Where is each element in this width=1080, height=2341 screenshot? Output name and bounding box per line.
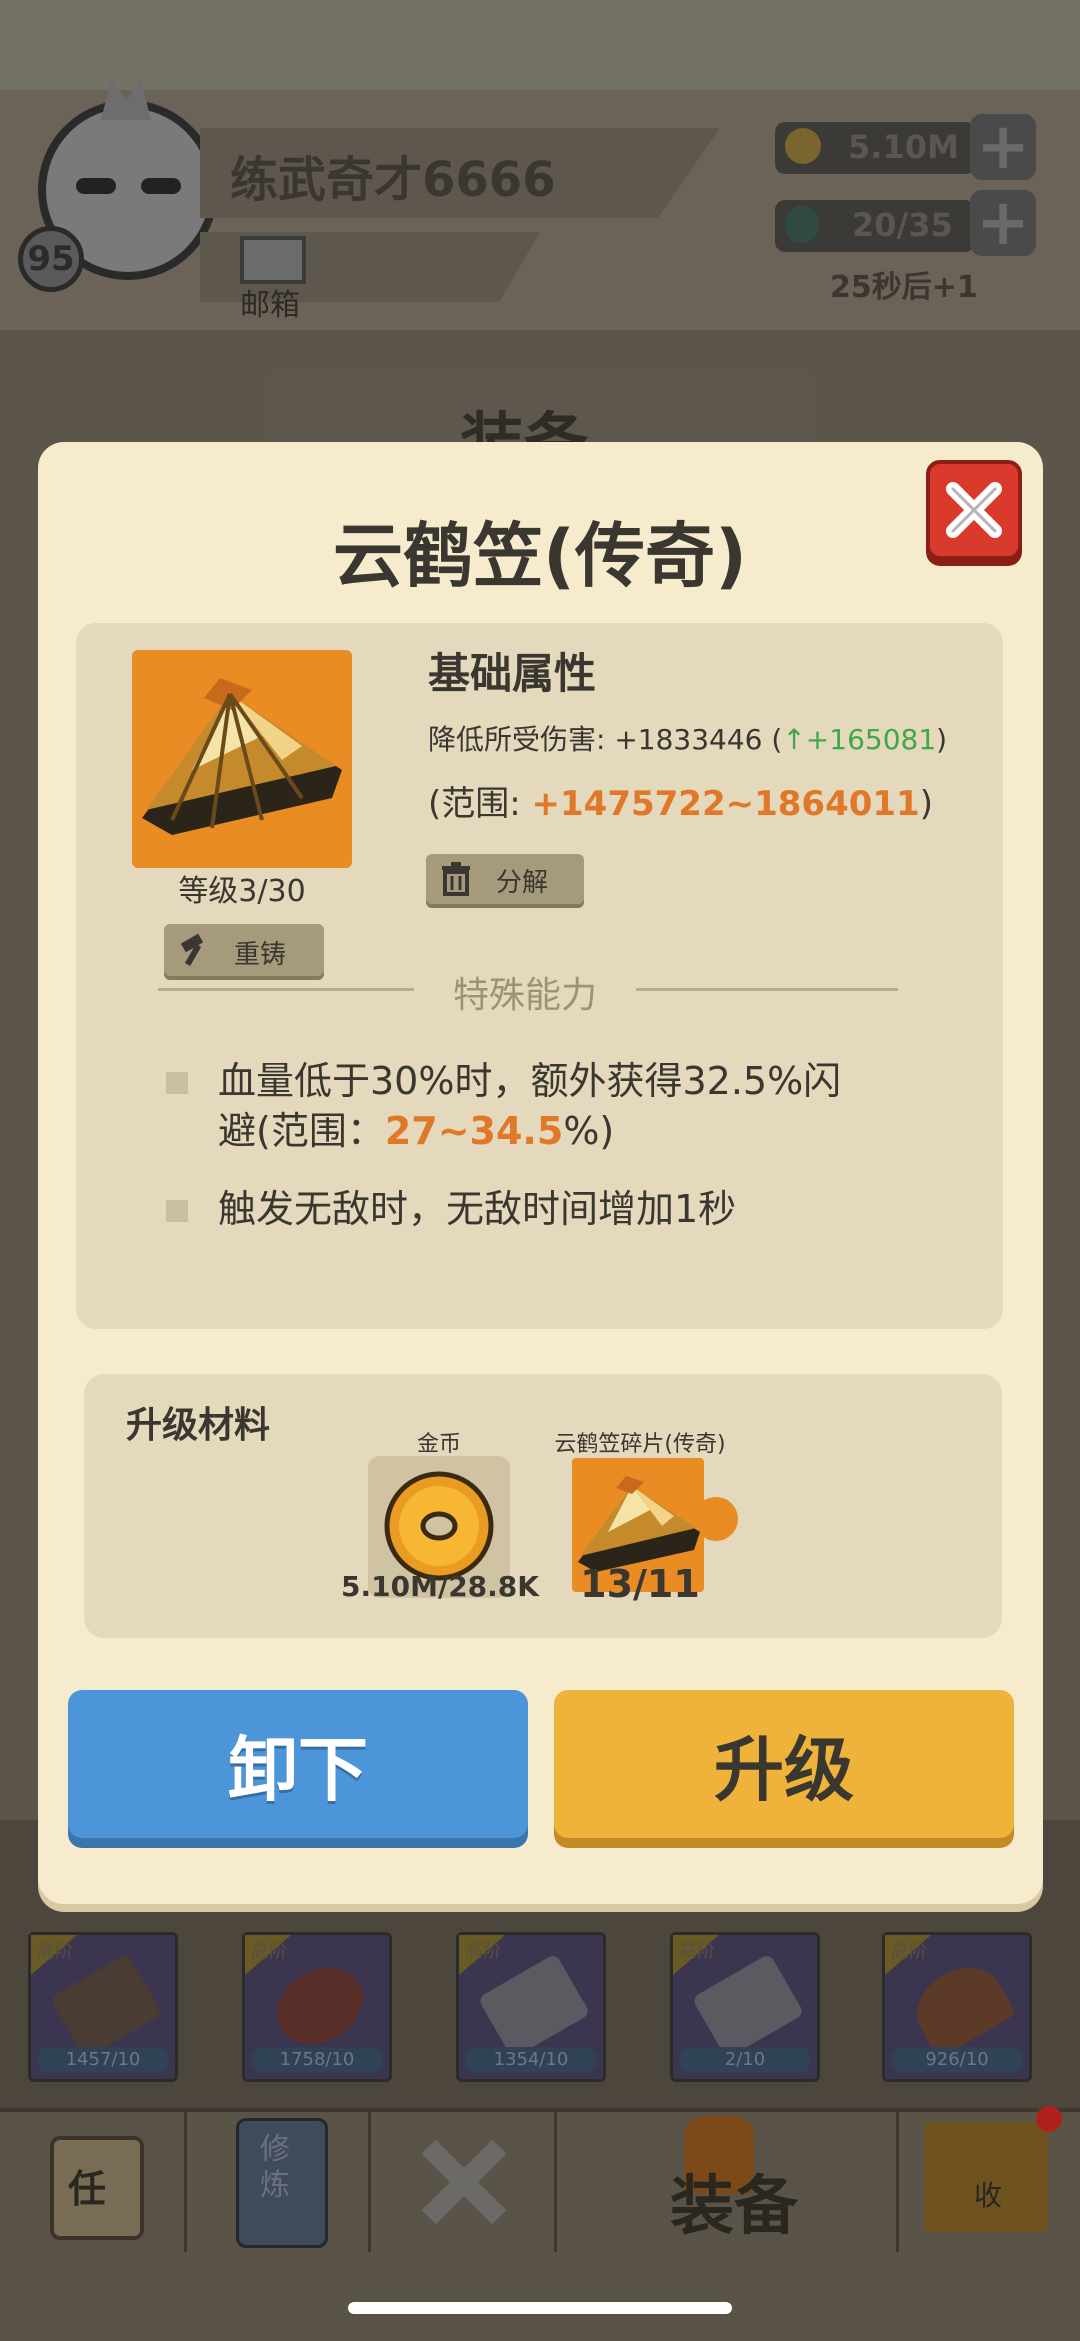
inventory-item[interactable]: 高阶 1457/10 (28, 1932, 178, 2082)
helmet-icon (263, 1953, 377, 2059)
inventory-item[interactable]: 高阶 926/10 (882, 1932, 1032, 2082)
blade-icon (691, 1953, 805, 2059)
upgrade-button[interactable]: 升级 (554, 1690, 1014, 1838)
mail-icon[interactable] (240, 236, 306, 284)
collect-glyph: 收 (974, 2179, 1003, 2212)
ability-1-range-value: 27~34.5 (384, 1109, 564, 1153)
inventory-item[interactable]: 高阶 1354/10 (456, 1932, 606, 2082)
add-energy-button[interactable]: + (970, 190, 1036, 256)
item-count: 1457/10 (37, 2047, 169, 2073)
divider-right (636, 988, 898, 991)
item-level: 等级3/30 (178, 874, 306, 909)
base-attr-line: 降低所受伤害: +1833446 (↑+165081) (428, 718, 947, 758)
top-stripe (0, 0, 1080, 90)
hammer-icon (180, 934, 204, 967)
crossed-swords-icon-b (393, 2111, 534, 2252)
straw-hat-icon (142, 678, 342, 835)
base-attr-close: ) (936, 723, 948, 756)
inventory-item[interactable]: 高阶 2/10 (670, 1932, 820, 2082)
ability-1-range-prefix: 避(范围： (218, 1109, 385, 1153)
coin-amount: 5.10M (848, 128, 959, 166)
avatar-eye-right (141, 178, 181, 194)
bullet-icon (166, 1072, 188, 1094)
base-attr-increase: ↑+165081 (782, 723, 937, 756)
decompose-label: 分解 (496, 868, 549, 898)
energy-timer: 25秒后+1 (830, 270, 978, 305)
coin-icon (785, 128, 821, 164)
special-ability-title: 特殊能力 (452, 975, 597, 1016)
item-count: 1354/10 (465, 2047, 597, 2073)
reforge-button[interactable]: 重铸 (164, 924, 324, 976)
bullet-icon (166, 1200, 188, 1222)
ability-1-range-suffix: %) (563, 1109, 615, 1153)
divider-left (158, 988, 414, 991)
ability-1-line1: 血量低于30%时，额外获得32.5%闪 (218, 1059, 842, 1103)
item-icon (132, 650, 352, 868)
range-value: +1475722~1864011 (531, 784, 920, 824)
range-suffix: ) (919, 784, 933, 824)
energy-amount: 20/35 (852, 206, 953, 244)
nav-tasks[interactable]: 任 (0, 2112, 187, 2252)
add-coins-button[interactable]: + (970, 114, 1036, 180)
shard-material-count: 13/11 (580, 1562, 700, 1606)
nav-cultivate[interactable]: 修炼 (184, 2112, 371, 2252)
shard-material-name: 云鹤笠碎片(传奇) (554, 1432, 726, 1457)
player-name: 练武奇才6666 (230, 152, 556, 208)
avatar-eye-left (76, 178, 116, 194)
home-indicator[interactable] (348, 2302, 732, 2314)
materials-title: 升级材料 (126, 1405, 271, 1446)
upgrade-label: 升级 (714, 1728, 854, 1811)
task-glyph: 任 (68, 2167, 107, 2211)
mail-label[interactable]: 邮箱 (240, 280, 300, 324)
ability-1-line2: 避(范围：27~34.5%) (218, 1106, 841, 1156)
base-attr-range: (范围: +1475722~1864011) (428, 776, 933, 825)
ability-2: 触发无敌时，无敌时间增加1秒 (218, 1187, 737, 1231)
hat-icon (903, 1953, 1017, 2059)
base-attr-title: 基础属性 (428, 649, 597, 698)
inventory-item[interactable]: 高阶 1758/10 (242, 1932, 392, 2082)
energy-icon (785, 205, 819, 243)
range-prefix: (范围: (428, 784, 532, 824)
reforge-label: 重铸 (234, 940, 287, 970)
ability-1: 血量低于30%时，额外获得32.5%闪 避(范围：27~34.5%) (218, 1056, 841, 1156)
item-title: 云鹤笠(传奇) (333, 515, 747, 597)
nav-collection[interactable]: 收 (896, 2106, 1080, 2252)
coin-material-name: 金币 (416, 1432, 461, 1457)
notification-dot (1036, 2106, 1062, 2132)
unequip-button[interactable]: 卸下 (68, 1690, 528, 1838)
cultivate-glyph: 修炼 (260, 2132, 290, 2203)
crown-icon (101, 80, 151, 120)
player-level-badge: 95 (18, 226, 84, 292)
trash-icon (442, 862, 470, 896)
player-avatar[interactable]: 95 (18, 80, 228, 300)
blade-icon (477, 1953, 591, 2059)
base-attr-text: 降低所受伤害: +1833446 ( (428, 723, 783, 756)
nav-equipment-label[interactable]: 装备 (670, 2155, 798, 2247)
coin-material-count: 5.10M/28.8K (341, 1570, 539, 1603)
item-count: 926/10 (891, 2047, 1023, 2073)
item-count: 2/10 (679, 2047, 811, 2073)
nav-battle[interactable] (368, 2112, 557, 2252)
item-count: 1758/10 (251, 2047, 383, 2073)
decompose-button[interactable]: 分解 (426, 854, 584, 904)
unequip-label: 卸下 (228, 1728, 368, 1811)
sword-icon (49, 1953, 163, 2059)
